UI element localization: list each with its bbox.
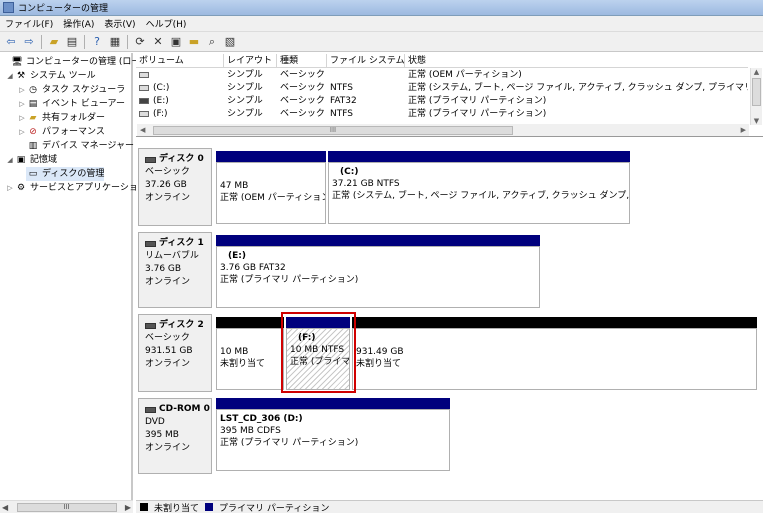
device-icon: ▥ xyxy=(28,141,38,151)
volume-list-vertical-scrollbar[interactable]: ▲ ▼ xyxy=(750,68,762,125)
scroll-left-icon[interactable]: ◀ xyxy=(2,503,8,512)
console-tree: 🖥 コンピューターの管理 (ローカ ◢ ⚒ システム ツール ▷ ◷ タスク スケジューラ… xyxy=(0,53,149,513)
window-title: コンピューターの管理 xyxy=(18,4,109,14)
volume-icon xyxy=(139,111,149,117)
forward-arrow-icon[interactable]: ⇨ xyxy=(21,34,37,50)
disk-label-1[interactable]: ディスク 1 リムーバブル 3.76 GB オンライン xyxy=(138,232,212,308)
partition-unallocated-2[interactable]: 931.49 GB 未割り当て xyxy=(352,328,757,390)
help-icon[interactable]: ? xyxy=(89,34,105,50)
scroll-thumb[interactable]: III xyxy=(153,125,513,135)
menu-file[interactable]: ファイル(F) xyxy=(0,17,58,30)
disk-graphical-view: ディスク 0 ベーシック 37.26 GB オンライン 47 MB 正常 (OE… xyxy=(136,140,763,500)
tree-item-performance[interactable]: ▷ ⊘ パフォーマンス xyxy=(18,125,105,139)
expand-arrow-icon[interactable]: ▷ xyxy=(18,97,26,111)
col-header-layout[interactable]: レイアウト xyxy=(224,54,277,68)
disk-label-0[interactable]: ディスク 0 ベーシック 37.26 GB オンライン xyxy=(138,148,212,226)
volume-icon xyxy=(139,72,149,78)
volume-list-horizontal-scrollbar[interactable]: ◀ III ▶ xyxy=(137,124,749,136)
expand-arrow-icon[interactable]: ▷ xyxy=(18,83,26,97)
disk-icon xyxy=(145,156,156,163)
partition-unallocated-1[interactable]: 10 MB 未割り当て xyxy=(216,328,284,390)
removable-volume-icon xyxy=(139,98,149,104)
tree-item-device-manager[interactable]: ▥ デバイス マネージャー xyxy=(26,139,134,153)
legend: 未割り当て プライマリ パーティション xyxy=(136,500,763,514)
title-bar: コンピューターの管理 xyxy=(0,0,763,16)
scroll-thumb[interactable]: III xyxy=(16,502,117,512)
tree-item-storage[interactable]: ◢ ▣ 記憶域 xyxy=(6,153,57,167)
storage-icon: ▣ xyxy=(16,155,26,165)
open-icon[interactable]: ▬ xyxy=(186,34,202,50)
partition-c[interactable]: (C:) 37.21 GB NTFS 正常 (システム, ブート, ページ ファ… xyxy=(328,162,630,224)
export-icon[interactable]: ▧ xyxy=(222,34,238,50)
table-row[interactable]: (C:) シンプル ベーシック NTFS 正常 (システム, ブート, ページ … xyxy=(136,82,748,95)
removable-disk-icon xyxy=(145,240,156,247)
scroll-left-icon[interactable]: ◀ xyxy=(140,126,145,134)
collapse-arrow-icon[interactable]: ◢ xyxy=(6,153,14,167)
volume-icon xyxy=(139,85,149,91)
highlight-box xyxy=(281,312,356,393)
app-icon xyxy=(3,2,14,13)
partition-d[interactable]: LST_CD_306 (D:) 395 MB CDFS 正常 (プライマリ パー… xyxy=(216,409,450,471)
refresh-icon[interactable]: ⟳ xyxy=(132,34,148,50)
tree-item-disk-management[interactable]: ▭ ディスクの管理 xyxy=(26,167,105,181)
menu-help[interactable]: ヘルプ(H) xyxy=(141,17,192,30)
primary-swatch xyxy=(205,503,214,511)
col-header-status[interactable]: 状態 xyxy=(405,54,748,68)
menu-bar: ファイル(F) 操作(A) 表示(V) ヘルプ(H) xyxy=(0,16,763,32)
col-header-filesystem[interactable]: ファイル システム xyxy=(327,54,405,68)
services-icon: ⚙ xyxy=(16,183,26,193)
tree-item-computer-management[interactable]: 🖥 コンピューターの管理 (ローカ xyxy=(2,55,149,69)
up-folder-icon[interactable]: ▰ xyxy=(46,34,62,50)
tree-horizontal-scrollbar[interactable]: ◀ III ▶ xyxy=(0,500,133,513)
table-row[interactable]: (E:) シンプル ベーシック FAT32 正常 (プライマリ パーティション) xyxy=(136,95,748,108)
clock-icon: ◷ xyxy=(29,85,37,95)
disk-label-2[interactable]: ディスク 2 ベーシック 931.51 GB オンライン xyxy=(138,314,212,392)
legend-unallocated: 未割り当て xyxy=(154,503,200,514)
partition-e[interactable]: (E:) 3.76 GB FAT32 正常 (プライマリ パーティション) xyxy=(216,246,540,308)
scroll-down-icon[interactable]: ▼ xyxy=(751,117,762,125)
tools-icon: ⚒ xyxy=(16,71,26,81)
disk-icon: ▭ xyxy=(28,169,38,179)
tree-item-system-tools[interactable]: ◢ ⚒ システム ツール xyxy=(6,69,95,83)
search-icon[interactable]: ⌕ xyxy=(204,34,220,50)
scroll-right-icon[interactable]: ▶ xyxy=(741,126,746,134)
scroll-up-icon[interactable]: ▲ xyxy=(751,68,762,76)
computer-manage-icon: 🖥 xyxy=(11,57,23,67)
settings-icon[interactable]: ▣ xyxy=(168,34,184,50)
expand-arrow-icon[interactable]: ▷ xyxy=(18,125,26,139)
col-header-volume[interactable]: ボリューム xyxy=(136,54,224,68)
tree-item-event-viewer[interactable]: ▷ ▤ イベント ビューアー xyxy=(18,97,125,111)
expand-arrow-icon[interactable]: ▷ xyxy=(6,181,14,195)
disk-icon xyxy=(145,322,156,329)
disk-label-cdrom[interactable]: CD-ROM 0 DVD 395 MB オンライン xyxy=(138,398,212,474)
tree-item-services-apps[interactable]: ▷ ⚙ サービスとアプリケーショ xyxy=(6,181,138,195)
legend-primary: プライマリ パーティション xyxy=(219,503,330,514)
performance-icon: ⊘ xyxy=(29,127,37,137)
properties-icon[interactable]: ▦ xyxy=(107,34,123,50)
menu-action[interactable]: 操作(A) xyxy=(58,17,99,30)
table-row[interactable]: シンプル ベーシック 正常 (OEM パーティション) xyxy=(136,69,748,82)
folder-icon: ▰ xyxy=(29,113,37,123)
back-arrow-icon[interactable]: ⇦ xyxy=(3,34,19,50)
scroll-right-icon[interactable]: ▶ xyxy=(125,503,131,512)
tree-item-shared-folders[interactable]: ▷ ▰ 共有フォルダー xyxy=(18,111,105,125)
col-header-type[interactable]: 種類 xyxy=(277,54,327,68)
event-icon: ▤ xyxy=(28,99,38,109)
scroll-thumb[interactable] xyxy=(752,78,761,106)
collapse-arrow-icon[interactable]: ◢ xyxy=(6,69,14,83)
cdrom-icon xyxy=(145,406,156,413)
toolbar: ⇦ ⇨ ▰ ▤ ? ▦ ⟳ ✕ ▣ ▬ ⌕ ▧ xyxy=(0,32,763,52)
console-tree-icon[interactable]: ▤ xyxy=(64,34,80,50)
unallocated-swatch xyxy=(140,503,148,511)
expand-arrow-icon[interactable]: ▷ xyxy=(18,111,26,125)
delete-icon[interactable]: ✕ xyxy=(150,34,166,50)
partition-oem[interactable]: 47 MB 正常 (OEM パーティション) xyxy=(216,162,326,224)
table-row[interactable]: (F:) シンプル ベーシック NTFS 正常 (プライマリ パーティション) xyxy=(136,108,748,121)
tree-item-task-scheduler[interactable]: ▷ ◷ タスク スケジューラ xyxy=(18,83,125,97)
menu-view[interactable]: 表示(V) xyxy=(99,17,140,30)
